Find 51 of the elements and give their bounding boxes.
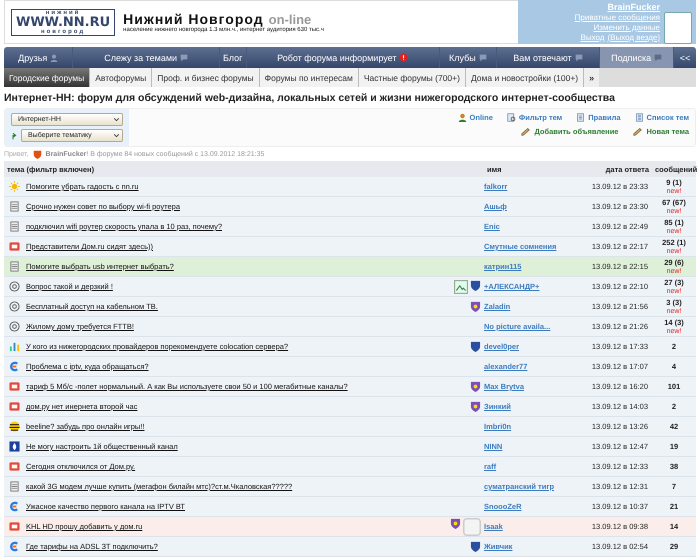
crest-icon [470, 301, 481, 312]
tv-icon [8, 461, 20, 472]
bar-chart-icon [8, 341, 20, 352]
notepad-icon [8, 261, 20, 272]
notepad-icon [8, 221, 20, 232]
shield-icon [470, 341, 481, 352]
notepad-icon [8, 481, 20, 492]
tv-icon [8, 401, 20, 412]
swirl-logo-icon [8, 361, 20, 372]
drop-icon [8, 441, 20, 452]
forum-tab[interactable]: Форумы по интересам [260, 68, 359, 87]
shield-icon [470, 280, 481, 290]
alert-icon [399, 53, 408, 62]
pencil-icon [520, 127, 532, 136]
sun-icon [8, 181, 20, 192]
more-tabs-button[interactable]: » [584, 68, 600, 87]
crest-icon [32, 150, 42, 159]
crest-icon [470, 381, 481, 392]
site-title-suffix: on-line [268, 12, 312, 27]
speech-bubble-icon [574, 54, 583, 62]
speech-bubble-icon [180, 54, 188, 62]
speech-bubble-icon [654, 54, 662, 62]
crest-icon [470, 401, 481, 412]
document-icon [576, 113, 586, 122]
forum-tab[interactable]: Проф. и бизнес форумы [152, 68, 260, 87]
notepad-icon [8, 201, 20, 212]
forum-tab[interactable]: Частные форумы (700+) [358, 68, 466, 87]
tv-icon [8, 241, 20, 252]
list-icon [634, 113, 644, 122]
picture-icon [454, 280, 468, 294]
document-icon [506, 113, 516, 122]
caret-icon [113, 116, 120, 123]
swirl-logo-icon [8, 541, 20, 552]
forum-tab[interactable]: Дома и новостройки (100+) [466, 68, 584, 87]
pencil-icon [632, 127, 644, 136]
swirl-logo-icon [8, 501, 20, 512]
collapse-button[interactable]: << [674, 47, 696, 68]
crest-icon [450, 518, 461, 528]
shield-icon [470, 541, 481, 552]
person-icon [50, 54, 58, 62]
striped-ball-icon [8, 421, 20, 432]
forum-tab[interactable]: Автофорумы [90, 68, 152, 87]
tv-icon [8, 521, 20, 532]
tv-icon [8, 381, 20, 392]
forum-heading: Интернет-НН: форум для обсуждений web-дизайна, локальных сетей и жизни нижегородского интернет-сообщества [4, 92, 616, 104]
site-title: Нижний Новгород [123, 11, 264, 27]
speech-bubble-icon [478, 54, 487, 62]
forum-tab[interactable]: Городские форумы [4, 68, 90, 87]
person-icon [458, 113, 467, 122]
avatar-placeholder [664, 12, 692, 44]
caret-icon [113, 132, 120, 139]
